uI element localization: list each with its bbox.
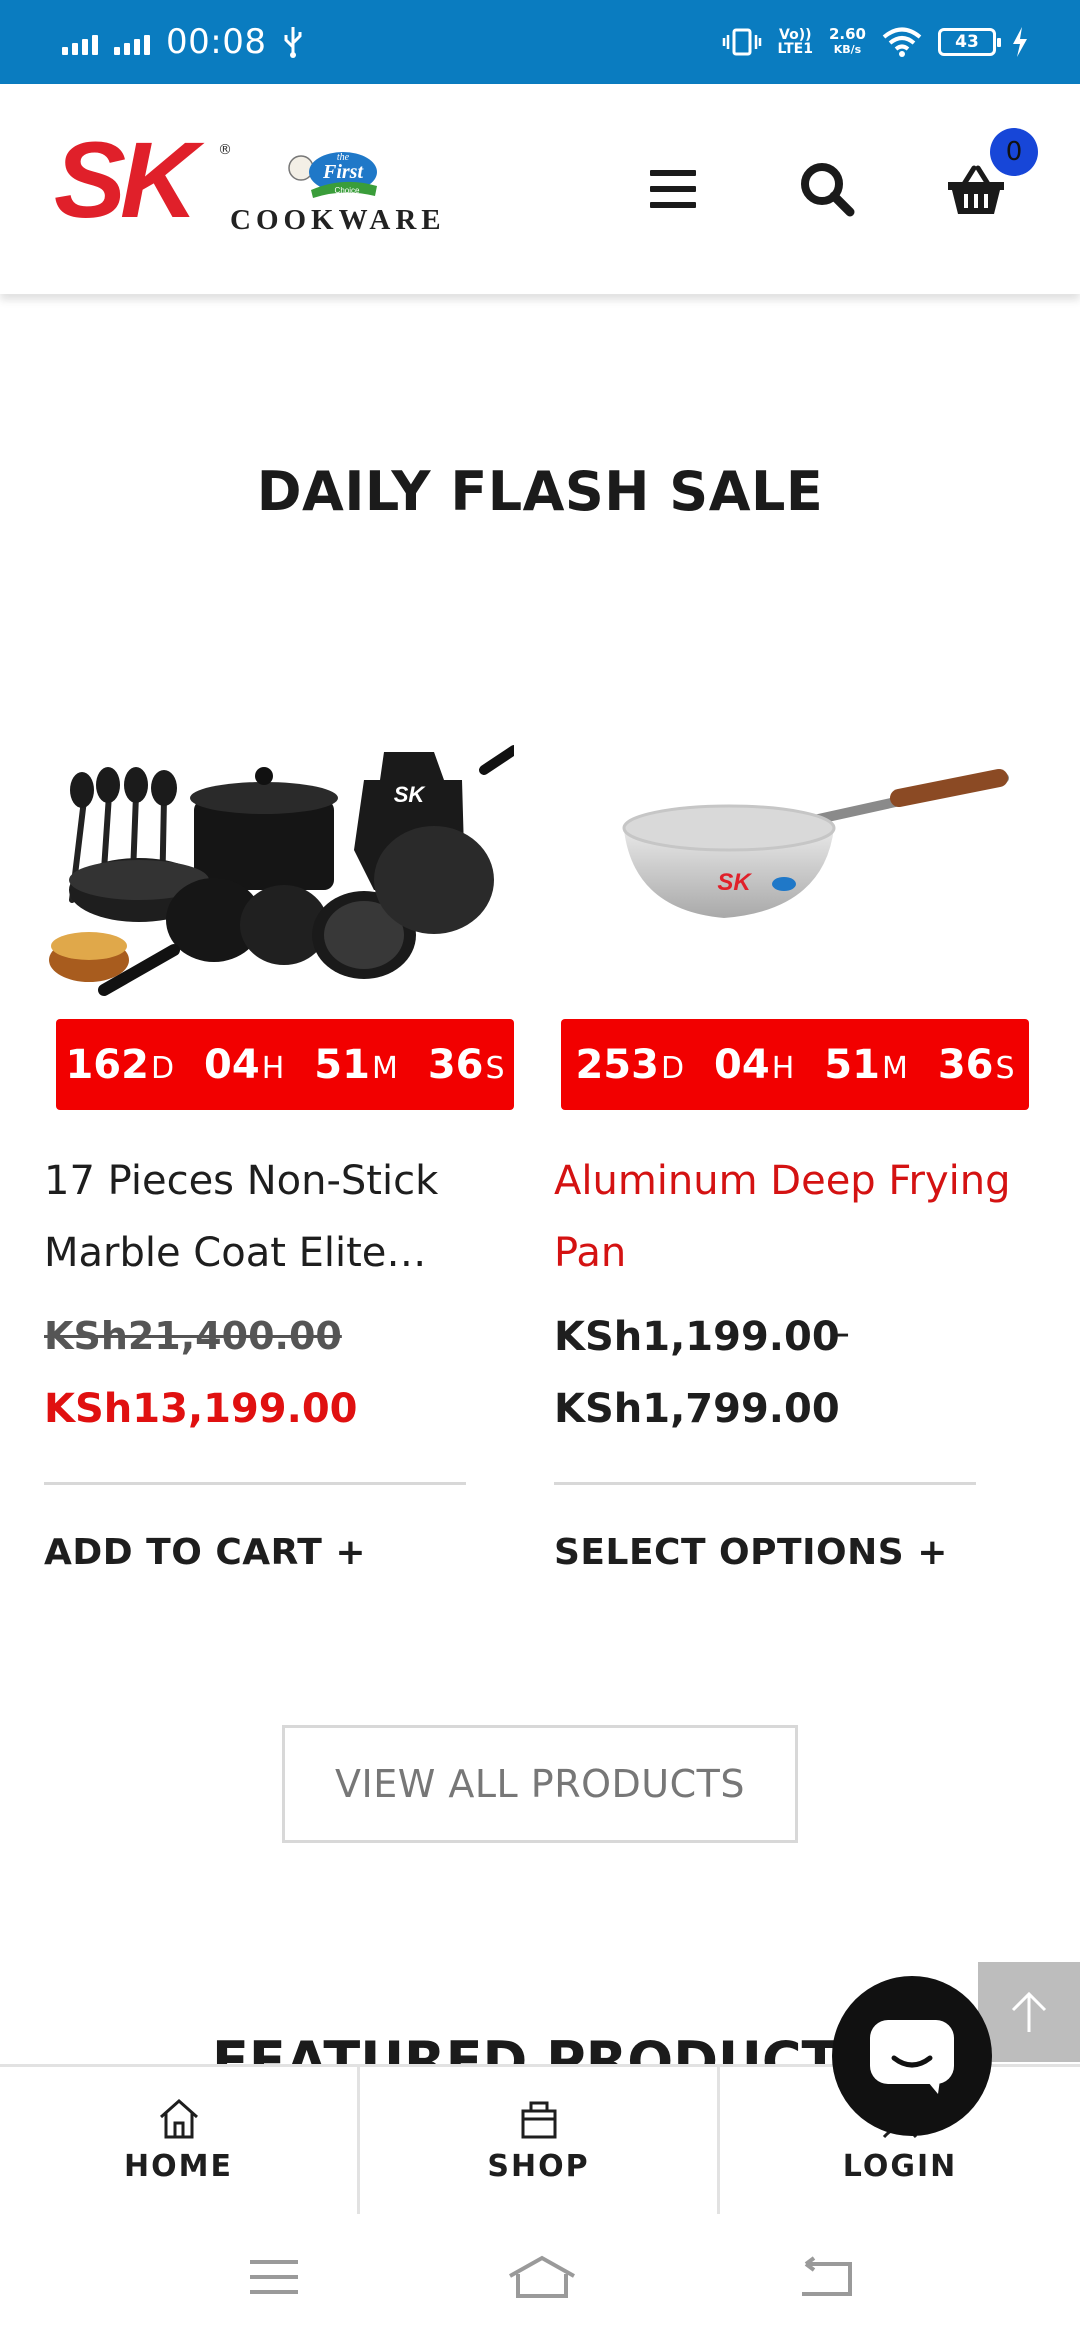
original-price: KSh21,400.00 bbox=[44, 1314, 342, 1358]
recent-apps-icon[interactable] bbox=[244, 2254, 304, 2300]
arrow-up-icon bbox=[1011, 1991, 1047, 2032]
registered-mark: ® bbox=[218, 142, 232, 158]
status-bar: 00:08 Vo)) LTE1 2.60 KB/s 43 bbox=[0, 0, 1080, 84]
nav-label: LOGIN bbox=[842, 2149, 958, 2184]
svg-text:Choice: Choice bbox=[335, 186, 360, 195]
site-header: SK ® the First Choice COOKWARE 0 bbox=[0, 84, 1080, 294]
divider bbox=[554, 1482, 976, 1485]
svg-text:First: First bbox=[322, 161, 364, 183]
network-speed: 2.60 KB/s bbox=[828, 25, 866, 57]
view-all-products-button[interactable]: VIEW ALL PRODUCTS bbox=[282, 1725, 798, 1843]
sale-price: KSh13,199.00 bbox=[44, 1386, 358, 1432]
nav-shop[interactable]: SHOP bbox=[360, 2067, 720, 2214]
product-title-link[interactable]: 17 Pieces Non-Stick Marble Coat Elite… bbox=[44, 1145, 504, 1289]
logo[interactable]: SK bbox=[54, 126, 198, 234]
product-card[interactable]: SK bbox=[44, 740, 519, 1014]
chat-button[interactable] bbox=[832, 1976, 992, 2136]
signal-icon bbox=[62, 29, 98, 55]
nav-label: SHOP bbox=[487, 2149, 590, 2184]
wifi-icon bbox=[882, 27, 922, 57]
select-options-button[interactable]: SELECT OPTIONS + bbox=[554, 1532, 948, 1573]
svg-text:SK: SK bbox=[394, 782, 427, 807]
signal-icon bbox=[114, 29, 150, 55]
price-max: KSh1,799.00 bbox=[554, 1386, 840, 1432]
price-separator: – bbox=[830, 1310, 850, 1356]
home-button-icon[interactable] bbox=[506, 2254, 578, 2300]
nav-label: HOME bbox=[124, 2149, 233, 2184]
battery-icon: 43 bbox=[938, 28, 1001, 56]
countdown-timer: 253D 04H 51M 36S bbox=[561, 1019, 1029, 1110]
product-image[interactable]: SK bbox=[44, 740, 519, 1010]
svg-text:SK: SK bbox=[717, 869, 752, 896]
product-image[interactable]: SK bbox=[554, 740, 1034, 1010]
scroll-to-top-button[interactable] bbox=[978, 1962, 1080, 2062]
countdown-timer: 162D 04H 51M 36S bbox=[56, 1019, 514, 1110]
price-min: KSh1,199.00 bbox=[554, 1314, 840, 1360]
add-to-cart-button[interactable]: ADD TO CART + bbox=[44, 1532, 366, 1573]
vibrate-icon bbox=[722, 28, 761, 56]
nav-home[interactable]: HOME bbox=[0, 2067, 360, 2214]
volte-indicator: Vo)) LTE1 bbox=[777, 27, 813, 57]
back-button-icon[interactable] bbox=[796, 2254, 856, 2300]
product-card[interactable]: SK bbox=[554, 740, 1034, 1014]
charging-icon bbox=[1013, 27, 1027, 57]
home-icon bbox=[159, 2098, 198, 2139]
section-title: DAILY FLASH SALE bbox=[256, 460, 824, 523]
divider bbox=[44, 1482, 466, 1485]
first-choice-badge-icon: the First Choice bbox=[288, 152, 377, 198]
chat-icon bbox=[870, 2020, 954, 2094]
cart-count-badge: 0 bbox=[990, 128, 1038, 176]
logo-subtitle: COOKWARE bbox=[230, 204, 446, 236]
shop-bag-icon bbox=[521, 2101, 556, 2139]
search-icon[interactable] bbox=[798, 160, 858, 220]
status-time: 00:08 bbox=[166, 22, 267, 62]
usb-icon bbox=[284, 27, 302, 58]
system-navigation-bar bbox=[0, 2214, 1080, 2340]
product-title-link[interactable]: Aluminum Deep Frying Pan bbox=[554, 1145, 1014, 1289]
battery-level: 43 bbox=[955, 32, 979, 52]
menu-icon[interactable] bbox=[650, 170, 696, 210]
